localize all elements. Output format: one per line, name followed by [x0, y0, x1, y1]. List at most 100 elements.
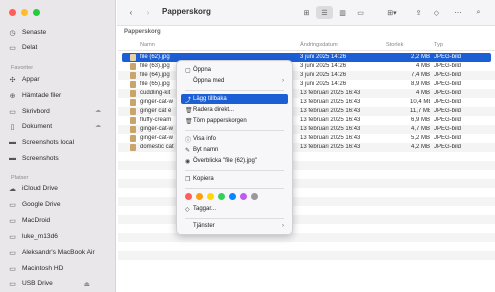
menu-separator: [185, 188, 284, 189]
list-view-button[interactable]: ☰: [316, 6, 333, 19]
locations-header: Platser: [11, 175, 29, 181]
tag-blue[interactable]: [229, 192, 236, 200]
sidebar-item-recents[interactable]: ◷ Senaste: [8, 26, 46, 39]
ellipsis-icon: ⋯: [454, 9, 462, 17]
more-button[interactable]: ⋯: [448, 6, 468, 19]
sidebar-item-documents[interactable]: ▯ Dokument: [8, 120, 53, 133]
file-list: file (62).jpg 3 juni 2025 14:26 2,2 MB J…: [118, 53, 495, 260]
sidebar-item-downloads[interactable]: ⊕ Hämtade filer: [8, 89, 62, 102]
gallery-view-button[interactable]: ▭: [352, 6, 369, 19]
sidebar-item-luke[interactable]: ▭ luke_m13d6: [8, 230, 58, 243]
empty-row: [118, 215, 495, 224]
chevron-left-icon: ‹: [129, 8, 133, 17]
back-button[interactable]: ‹: [126, 6, 136, 19]
table-row[interactable]: file (65).jpg 3 juni 2025 14:26 8,9 MB J…: [118, 80, 495, 89]
menu-item-empty-trash[interactable]: 🗑 Töm papperskorgen: [181, 116, 288, 126]
drive-icon: ▭: [9, 217, 16, 225]
tag-red[interactable]: [185, 192, 192, 200]
sidebar-item-screenshots-local[interactable]: ▬ Screenshots local: [8, 136, 74, 149]
search-button[interactable]: ⌕: [470, 6, 487, 19]
sidebar-item-shared[interactable]: ▭ Delat: [8, 41, 37, 54]
columns-icon: ▥: [339, 9, 346, 17]
sidebar-item-desktop[interactable]: ▭ Skrivbord: [8, 105, 50, 118]
menu-item-tags[interactable]: ◇ Taggar...: [181, 204, 288, 214]
zoom-window-button[interactable]: [33, 9, 40, 16]
menu-item-quick-look[interactable]: ◉ Överblicka "file (62).jpg": [181, 156, 288, 166]
menu-item-put-back[interactable]: ⤴ Lägg tillbaka: [181, 94, 288, 104]
tag-green[interactable]: [218, 192, 225, 200]
empty-row: [118, 206, 495, 215]
sidebar-item-apps[interactable]: ✣ Appar: [8, 73, 40, 86]
table-row[interactable]: file (64).jpg 3 juni 2025 14:26 7,4 MB J…: [118, 71, 495, 80]
table-row[interactable]: fluffy-cream 13 februari 2025 16:43 6,9 …: [118, 116, 495, 125]
tag-button[interactable]: ◇: [428, 6, 445, 19]
tag-yellow[interactable]: [207, 192, 214, 200]
desktop-icon: ▭: [9, 108, 16, 116]
menu-item-services[interactable]: Tjänster ›: [181, 221, 288, 231]
tag-icon: ◇: [185, 206, 190, 213]
document-icon: ▯: [10, 123, 15, 131]
menu-item-open[interactable]: ▢ Öppna: [181, 65, 288, 75]
disk-icon: ▭: [9, 280, 16, 288]
col-name[interactable]: Namn: [140, 42, 155, 48]
menu-item-get-info[interactable]: ⓘ Visa info: [181, 134, 288, 144]
image-thumbnail-icon: [130, 108, 136, 115]
table-row[interactable]: ginger-cat-w 13 februari 2025 16:43 10,4…: [118, 98, 495, 107]
sidebar-item-macintosh-hd[interactable]: ▭ Macintosh HD: [8, 262, 63, 275]
cloud-icon: ☁: [9, 185, 16, 193]
col-size[interactable]: Storlek: [386, 42, 403, 48]
close-window-button[interactable]: [9, 9, 16, 16]
image-thumbnail-icon: [130, 81, 136, 88]
image-thumbnail-icon: [130, 72, 136, 79]
eject-icon[interactable]: ⏏: [84, 280, 90, 288]
tag-orange[interactable]: [196, 192, 203, 200]
table-row[interactable]: file (63).jpg 3 juni 2025 14:26 4 MB JPE…: [118, 62, 495, 71]
menu-item-delete-now[interactable]: 🗑 Radera direkt...: [181, 105, 288, 115]
col-kind[interactable]: Typ: [434, 42, 443, 48]
menu-separator: [185, 90, 284, 91]
tag-gray[interactable]: [251, 192, 258, 200]
icon-view-button[interactable]: ⊞: [298, 6, 315, 19]
minimize-window-button[interactable]: [21, 9, 28, 16]
table-row[interactable]: domestic cat 13 februari 2025 16:43 4,2 …: [118, 143, 495, 152]
info-icon: ⓘ: [185, 137, 192, 144]
empty-row: [118, 188, 495, 197]
menu-item-open-with[interactable]: Öppna med ›: [181, 76, 288, 86]
tag-icon: ◇: [433, 9, 440, 17]
col-date[interactable]: Ändringsdatum: [300, 42, 338, 48]
menu-item-copy[interactable]: ❐ Kopiera: [181, 174, 288, 184]
forward-button[interactable]: ›: [143, 6, 153, 19]
group-by-button[interactable]: ⊞▾: [382, 6, 402, 19]
trash-icon: 🗑: [185, 118, 193, 125]
share-button[interactable]: ⇪: [410, 6, 427, 19]
empty-row: [118, 179, 495, 188]
menu-separator: [185, 130, 284, 131]
table-row[interactable]: ginger-cat-w 13 februari 2025 16:43 5,2 …: [118, 134, 495, 143]
sidebar-item-google-drive[interactable]: ▭ Google Drive: [8, 198, 60, 211]
table-row[interactable]: ginger-cat-w 13 februari 2025 16:43 4,7 …: [118, 125, 495, 134]
sidebar-item-macbook[interactable]: ▭ Aleksandr's MacBook Air: [8, 246, 95, 259]
drive-icon: ▭: [9, 201, 16, 209]
clock-icon: ◷: [9, 29, 16, 37]
column-view-button[interactable]: ▥: [334, 6, 351, 19]
sidebar-item-icloud[interactable]: ☁ iCloud Drive: [8, 182, 58, 195]
image-thumbnail-icon: [130, 117, 136, 124]
sidebar-item-usb[interactable]: ▭ USB Drive ⏏: [8, 277, 90, 290]
image-thumbnail-icon: [130, 63, 136, 70]
empty-row: [118, 251, 495, 260]
table-row[interactable]: ginger cat e 13 februari 2025 16:43 11,7…: [118, 107, 495, 116]
sidebar-item-macdroid[interactable]: ▭ MacDroid: [8, 214, 50, 227]
image-thumbnail-icon: [130, 54, 136, 61]
drive-icon: ▭: [9, 233, 16, 241]
chevron-right-icon: ›: [146, 8, 150, 17]
image-thumbnail-icon: [130, 144, 136, 151]
window-title: Papperskorg: [162, 7, 211, 16]
sidebar-item-screenshots[interactable]: ▬ Screenshots: [8, 152, 59, 165]
empty-row: [118, 224, 495, 233]
menu-item-rename[interactable]: ✎ Byt namn: [181, 145, 288, 155]
table-row[interactable]: cuddling-kit 13 februari 2025 16:43 4 MB…: [118, 89, 495, 98]
cloud-icon: ☁: [95, 123, 101, 129]
empty-row: [118, 233, 495, 242]
tag-purple[interactable]: [240, 192, 247, 200]
image-thumbnail-icon: [130, 135, 136, 142]
